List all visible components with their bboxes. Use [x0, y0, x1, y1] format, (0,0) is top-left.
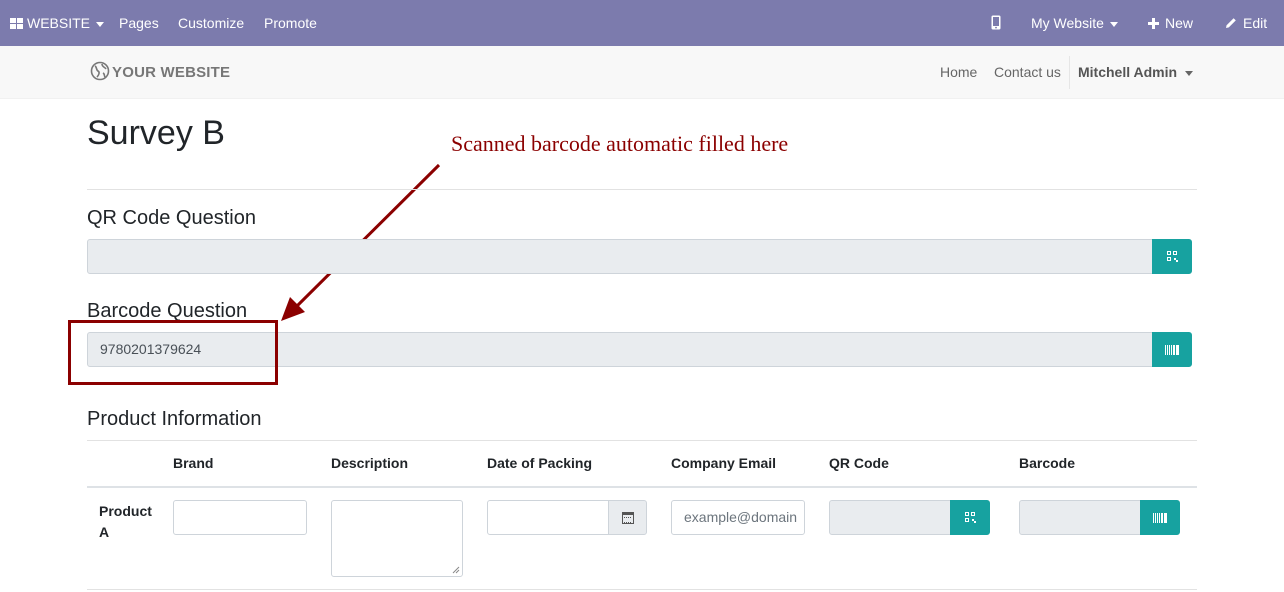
- qr-code-input[interactable]: [87, 239, 1153, 274]
- date-of-packing-input[interactable]: [487, 500, 609, 535]
- new-button-label: New: [1165, 15, 1194, 31]
- globe-icon: [90, 61, 110, 81]
- scan-qr-button[interactable]: [1152, 239, 1192, 274]
- apps-grid-icon: [10, 18, 23, 29]
- menu-pages[interactable]: Pages: [119, 0, 159, 46]
- qrcode-icon: [1166, 251, 1178, 262]
- survey-title: Survey B: [87, 114, 225, 152]
- column-header-date-of-packing: Date of Packing: [487, 455, 593, 471]
- question-label-qr: QR Code Question: [87, 207, 256, 229]
- column-header-description: Description: [331, 455, 409, 471]
- menu-promote[interactable]: Promote: [264, 0, 317, 46]
- table-bottom-border: [87, 589, 1197, 590]
- row-qr-code-input[interactable]: [829, 500, 951, 535]
- company-email-input[interactable]: example@domain: [671, 500, 805, 535]
- row-scan-barcode-button[interactable]: [1140, 500, 1180, 535]
- nav-contact-us[interactable]: Contact us: [994, 46, 1061, 99]
- column-header-barcode: Barcode: [1019, 455, 1076, 471]
- website-selector-label: My Website: [1031, 15, 1104, 31]
- new-button[interactable]: New: [1148, 0, 1193, 46]
- website-header: YOUR WEBSITE Home Contact us Mitchell Ad…: [0, 46, 1284, 99]
- pencil-icon: [1226, 18, 1236, 28]
- plus-icon: [1148, 18, 1159, 29]
- user-menu[interactable]: Mitchell Admin: [1078, 46, 1194, 99]
- calendar-icon: [621, 511, 634, 524]
- mobile-preview-button[interactable]: [991, 0, 1001, 46]
- date-picker-button[interactable]: [608, 500, 647, 535]
- edit-button-label: Edit: [1243, 15, 1268, 31]
- email-placeholder: example@domain: [684, 509, 798, 525]
- annotation-highlight-box: [68, 320, 278, 385]
- apps-menu-label: WEBSITE: [27, 15, 91, 31]
- table-header-border: [87, 486, 1197, 488]
- brand-input[interactable]: [173, 500, 307, 535]
- barcode-icon: [1153, 512, 1167, 523]
- admin-navbar: WEBSITE Pages Customize Promote My Websi…: [0, 0, 1284, 46]
- divider: [87, 189, 1197, 190]
- site-logo[interactable]: YOUR WEBSITE: [90, 46, 230, 99]
- qrcode-icon: [964, 512, 976, 523]
- user-name: Mitchell Admin: [1078, 64, 1178, 80]
- chevron-down-icon: [1109, 21, 1118, 27]
- resize-handle-icon[interactable]: [452, 566, 460, 574]
- column-header-qr-code: QR Code: [829, 455, 889, 471]
- barcode-icon: [1165, 344, 1179, 355]
- annotation-text: Scanned barcode automatic filled here: [451, 131, 789, 156]
- description-textarea[interactable]: [331, 500, 463, 577]
- site-logo-text: YOUR WEBSITE: [112, 64, 231, 81]
- mobile-phone-icon: [991, 15, 1001, 30]
- menu-customize[interactable]: Customize: [178, 0, 244, 46]
- nav-divider: [1069, 56, 1070, 89]
- row-barcode-input[interactable]: [1019, 500, 1141, 535]
- column-header-brand: Brand: [173, 455, 214, 471]
- chevron-down-icon: [96, 21, 105, 27]
- apps-menu-button[interactable]: WEBSITE: [10, 0, 105, 46]
- website-selector[interactable]: My Website: [1031, 0, 1118, 46]
- chevron-down-icon: [1185, 70, 1194, 76]
- scan-barcode-button[interactable]: [1152, 332, 1192, 367]
- column-header-company-email: Company Email: [671, 455, 777, 471]
- row-label-product-a: Product A: [99, 503, 152, 540]
- nav-home[interactable]: Home: [940, 46, 977, 99]
- table-top-border: [87, 440, 1197, 441]
- row-scan-qr-button[interactable]: [950, 500, 990, 535]
- edit-button[interactable]: Edit: [1225, 0, 1267, 46]
- question-label-matrix: Product Information: [87, 408, 262, 430]
